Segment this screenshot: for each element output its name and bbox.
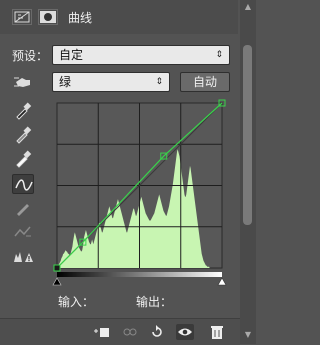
preset-value: 自定 xyxy=(59,48,84,62)
adjustments-icon[interactable] xyxy=(12,9,32,25)
channel-select[interactable]: 绿 ⇕ xyxy=(52,72,170,92)
view-previous-state-icon[interactable] xyxy=(121,324,139,340)
scroll-down-icon[interactable]: ▼ xyxy=(240,330,256,339)
curves-panel: 曲线 预设： 自定 ⇕ 绿 ⇕ 自动 输入： 输出： ▲ ▼ xyxy=(0,0,256,345)
input-gradient-bar xyxy=(57,272,222,277)
mask-icon[interactable] xyxy=(38,9,58,25)
input-label: 输入： xyxy=(58,295,95,309)
preset-select[interactable]: 自定 ⇕ xyxy=(52,45,230,65)
curve-edit-points-icon[interactable] xyxy=(12,174,34,194)
scroll-thumb[interactable] xyxy=(243,45,252,225)
white-point-slider[interactable] xyxy=(217,277,227,286)
trash-icon[interactable] xyxy=(208,324,226,340)
panel-scrollbar[interactable]: ▲ ▼ xyxy=(240,0,256,344)
curve-graph[interactable] xyxy=(50,96,232,286)
panel-footer xyxy=(0,318,240,345)
updown-arrows-icon: ⇕ xyxy=(155,77,163,87)
eyedropper-white-icon[interactable] xyxy=(12,148,34,168)
updown-arrows-icon: ⇕ xyxy=(215,50,223,60)
tab-title: 曲线 xyxy=(68,11,93,25)
target-adjust-hand-icon[interactable] xyxy=(12,72,34,92)
properties-tab-bar: 曲线 xyxy=(0,0,238,34)
curve-point[interactable] xyxy=(53,264,61,272)
auto-button[interactable]: 自动 xyxy=(180,72,230,92)
reset-icon[interactable] xyxy=(148,324,166,340)
channel-value: 绿 xyxy=(59,75,72,89)
smooth-curve-icon[interactable] xyxy=(12,222,34,242)
preset-label: 预设： xyxy=(12,49,49,63)
eyedropper-gray-icon[interactable] xyxy=(12,124,34,144)
eyedropper-black-icon[interactable] xyxy=(12,100,34,120)
scroll-up-icon[interactable]: ▲ xyxy=(240,2,256,11)
pencil-draw-icon[interactable] xyxy=(12,198,34,218)
clip-to-layer-icon[interactable] xyxy=(93,324,111,340)
clipping-warning-icon[interactable] xyxy=(12,246,34,266)
output-label: 输出： xyxy=(136,295,173,309)
black-point-slider[interactable] xyxy=(52,277,62,286)
visibility-eye-icon[interactable] xyxy=(176,324,194,340)
